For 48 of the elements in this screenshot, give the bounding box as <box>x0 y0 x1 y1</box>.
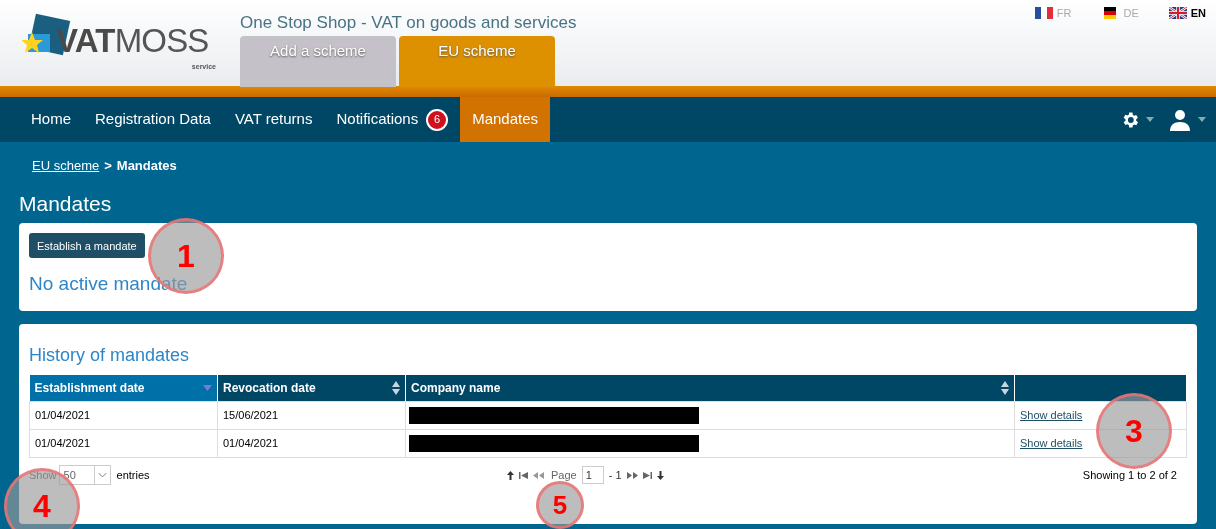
breadcrumb-separator: > <box>104 157 112 175</box>
caret-icon <box>1146 117 1154 122</box>
history-title: History of mandates <box>29 343 191 367</box>
callout-marker: 3 <box>1096 393 1172 469</box>
page-title: Mandates <box>19 191 113 216</box>
page-size-select[interactable]: 50 <box>58 465 111 485</box>
language-link[interactable]: EN <box>1168 5 1206 22</box>
flag-icon <box>1034 7 1053 20</box>
table-cell: 15/06/2021 <box>217 401 406 430</box>
breadcrumb-current: Mandates <box>116 157 177 175</box>
site-title: One Stop Shop - VAT on goods and services <box>240 13 577 33</box>
next-page-icon[interactable] <box>626 471 638 479</box>
flag-icon <box>1168 7 1187 20</box>
last-page-icon[interactable] <box>642 471 652 479</box>
column-header[interactable]: Company name <box>405 374 1015 402</box>
column-header[interactable]: Establishment date <box>29 374 218 402</box>
user-menu-button[interactable] <box>1168 107 1206 132</box>
show-details-link[interactable]: Show details <box>1020 409 1083 422</box>
sort-icon <box>392 380 400 395</box>
column-header[interactable]: Revocation date <box>217 374 406 402</box>
page-input[interactable]: 1 <box>581 466 604 484</box>
table-cell: 01/04/2021 <box>29 429 218 458</box>
column-header[interactable] <box>1014 374 1187 402</box>
chevron-down-icon <box>93 466 110 484</box>
table-cell: 01/04/2021 <box>217 429 406 458</box>
arrow-down-icon[interactable] <box>656 470 664 480</box>
establish-mandate-button[interactable]: Establish a mandate <box>29 233 145 259</box>
nav-item[interactable]: Home <box>19 97 83 142</box>
nav-item[interactable]: Notifications 6 <box>324 97 461 142</box>
nav-item[interactable]: VAT returns <box>222 97 325 142</box>
nav-item[interactable]: Registration Data <box>83 97 223 142</box>
first-page-icon[interactable] <box>519 471 528 479</box>
previous-page-icon[interactable] <box>533 471 544 479</box>
showing-summary: Showing 1 to 2 of 2 <box>1082 467 1177 483</box>
caret-icon <box>1198 117 1206 122</box>
arrow-up-icon[interactable] <box>507 470 514 480</box>
callout-marker: 5 <box>536 481 584 529</box>
entries-label: entries <box>116 467 150 483</box>
notification-badge: 6 <box>426 108 449 131</box>
user-icon <box>1168 107 1192 132</box>
table-cell: 01/04/2021 <box>29 401 218 430</box>
show-label: Show <box>29 467 57 483</box>
sort-descending-icon <box>203 384 212 391</box>
sort-icon <box>1001 380 1009 395</box>
page-label: Page <box>551 467 577 483</box>
show-details-link[interactable]: Show details <box>1020 437 1083 450</box>
breadcrumb-link[interactable]: EU scheme <box>32 156 100 176</box>
page-total: - 1 <box>608 467 622 483</box>
